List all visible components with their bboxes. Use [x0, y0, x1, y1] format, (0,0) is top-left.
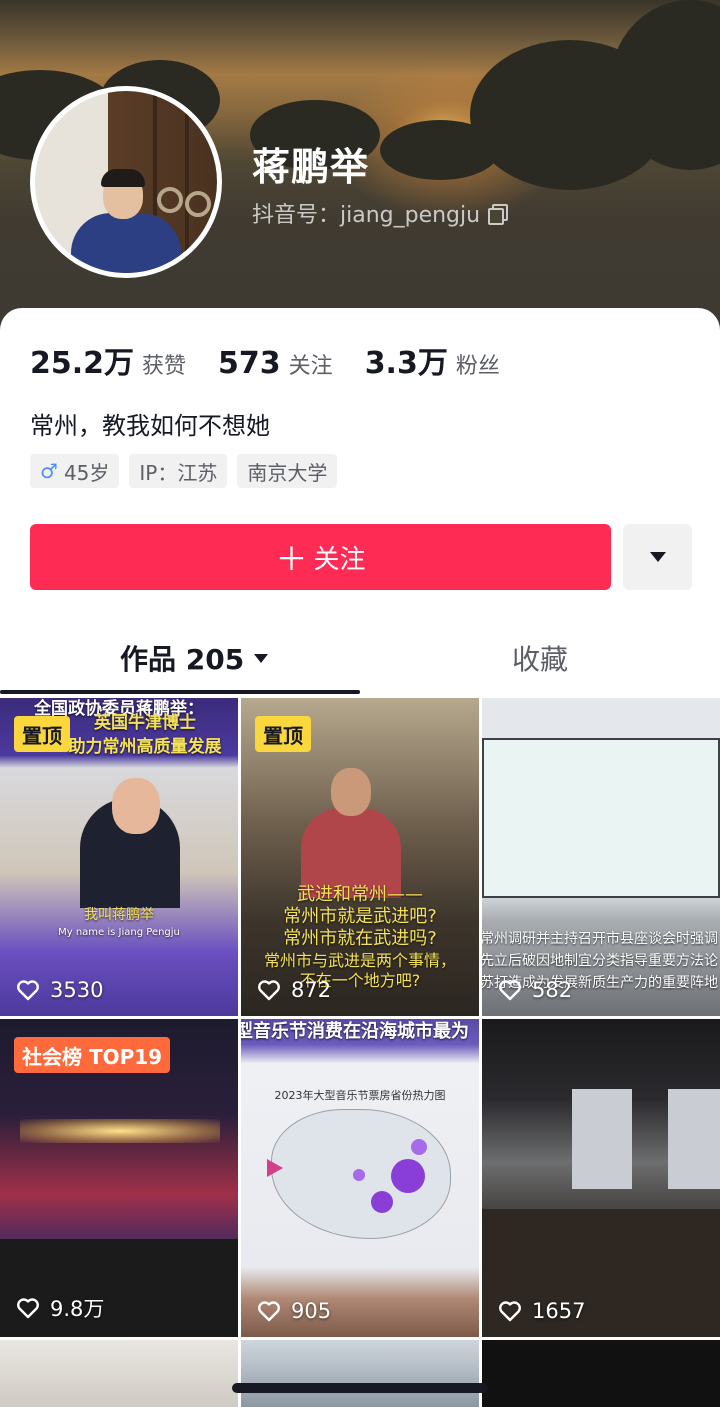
video-caption: 武进和常州—— — [297, 884, 423, 905]
video-likes-count: 3530 — [50, 978, 104, 1002]
tag-school[interactable]: 南京大学 — [237, 454, 338, 488]
heart-icon — [499, 980, 521, 1001]
copy-icon[interactable] — [488, 204, 509, 225]
video-caption: 常州市与武进是两个事情， — [263, 951, 456, 970]
video-caption: My name is Jiang Pengju — [58, 927, 180, 938]
tab-works-label: 作品 205 — [120, 643, 245, 676]
video-likes-count: 582 — [532, 978, 573, 1002]
male-icon: ♂ — [40, 459, 58, 483]
video-tile[interactable]: 社会榜 TOP19 9.8万 — [0, 1019, 238, 1337]
follow-button-label: 关注 — [313, 544, 366, 575]
stage-lights — [20, 1119, 220, 1143]
video-likes: 3530 — [16, 978, 103, 1002]
video-caption: 英国牛津博士 — [94, 713, 196, 733]
stat-following-number: 573 — [218, 346, 281, 381]
heatmap-dot — [411, 1139, 427, 1155]
tag-ip: IP：江苏 — [129, 454, 228, 488]
arrow-right-icon — [267, 1159, 283, 1177]
profile-bio: 常州，教我如何不想她 — [30, 412, 270, 440]
video-likes: 905 — [257, 1299, 331, 1323]
video-tile[interactable] — [482, 1340, 720, 1407]
heatmap-dot — [391, 1159, 425, 1193]
douyin-id[interactable]: 抖音号：jiang_pengju — [252, 197, 509, 229]
tree-silhouette — [380, 120, 500, 180]
stat-following[interactable]: 573 关注 — [218, 346, 333, 381]
video-likes-count: 872 — [291, 978, 332, 1002]
presentation-screen — [482, 738, 720, 898]
video-likes-count: 9.8万 — [50, 1297, 105, 1321]
stats-row: 25.2万 获赞 573 关注 3.3万 粉丝 — [30, 338, 532, 382]
video-tile[interactable]: 型音乐节消费在沿海城市最为 2023年大型音乐节票房省份热力图 905 — [241, 1019, 479, 1337]
person-face — [112, 778, 160, 834]
screen-left — [572, 1089, 632, 1189]
active-tab-indicator — [0, 690, 360, 694]
video-tile[interactable]: 武进和常州—— 常州市就是武进吧? 常州市就在武进吗? 常州市与武进是两个事情，… — [241, 698, 479, 1016]
stat-likes-number: 25.2万 — [30, 346, 135, 381]
dropdown-triangle-icon — [254, 653, 269, 663]
heart-icon — [17, 1298, 39, 1319]
screen-right — [668, 1089, 720, 1189]
video-likes-count: 905 — [291, 1299, 332, 1323]
video-tile[interactable]: 全国政协委员蒋鹏举： 英国牛津博士 助力常州高质量发展 我叫蒋鹏举 My nam… — [0, 698, 238, 1016]
heart-icon — [258, 1301, 280, 1322]
heatmap-dot — [371, 1191, 393, 1213]
person-face — [331, 768, 371, 816]
plus-icon: ＋ — [275, 540, 308, 578]
video-caption: 先立后破因地制宜分类指导重要方法论 — [482, 953, 718, 969]
content-tabs: 作品 205 收藏 — [0, 630, 720, 696]
video-caption: 2023年大型音乐节票房省份热力图 — [274, 1089, 446, 1102]
video-caption: 常州调研并主持召开市县座谈会时强调 — [482, 931, 718, 947]
heart-icon — [17, 980, 39, 1001]
video-likes: 9.8万 — [16, 1293, 104, 1323]
video-caption: 型音乐节消费在沿海城市最为 — [241, 1021, 469, 1042]
pinned-badge: 置顶 — [255, 716, 311, 752]
follow-button[interactable]: ＋ 关注 — [30, 524, 611, 590]
pinned-badge: 置顶 — [14, 716, 70, 752]
tab-favorites[interactable]: 收藏 — [512, 638, 568, 678]
profile-nickname: 蒋鹏举 — [252, 145, 370, 189]
more-options-button[interactable] — [623, 524, 692, 590]
video-tile[interactable] — [0, 1340, 238, 1407]
video-likes: 582 — [498, 978, 572, 1002]
tag-gender-age: ♂ 45岁 — [30, 454, 120, 488]
video-likes: 1657 — [498, 1299, 585, 1323]
tag-age-text: 45岁 — [63, 460, 110, 485]
video-tile[interactable] — [241, 1340, 479, 1407]
douyin-id-text: 抖音号：jiang_pengju — [252, 203, 481, 228]
avatar[interactable] — [30, 86, 222, 278]
video-caption: 常州市就是武进吧? — [283, 906, 437, 927]
video-tile[interactable]: 常州调研并主持召开市县座谈会时强调 先立后破因地制宜分类指导重要方法论 苏打造成… — [482, 698, 720, 1016]
stat-following-label: 关注 — [288, 354, 333, 379]
home-indicator[interactable] — [232, 1383, 488, 1393]
heart-icon — [258, 980, 280, 1001]
profile-tags: ♂ 45岁 IP：江苏 南京大学 — [30, 454, 347, 488]
video-likes-count: 1657 — [532, 1299, 586, 1323]
stat-followers-number: 3.3万 — [364, 346, 448, 381]
video-tile[interactable]: 1657 — [482, 1019, 720, 1337]
caret-down-icon — [649, 552, 666, 562]
ranking-badge: 社会榜 TOP19 — [14, 1037, 171, 1073]
video-caption: 助力常州高质量发展 — [68, 737, 222, 757]
video-caption: 常州市就在武进吗? — [283, 928, 437, 949]
heatmap-dot — [353, 1169, 365, 1181]
stat-likes[interactable]: 25.2万 获赞 — [30, 338, 186, 382]
video-likes: 872 — [257, 978, 331, 1002]
tab-works[interactable]: 作品 205 — [120, 638, 269, 678]
heart-icon — [499, 1301, 521, 1322]
stat-likes-label: 获赞 — [142, 354, 187, 379]
stat-followers[interactable]: 3.3万 粉丝 — [365, 338, 500, 382]
stat-followers-label: 粉丝 — [455, 354, 500, 379]
